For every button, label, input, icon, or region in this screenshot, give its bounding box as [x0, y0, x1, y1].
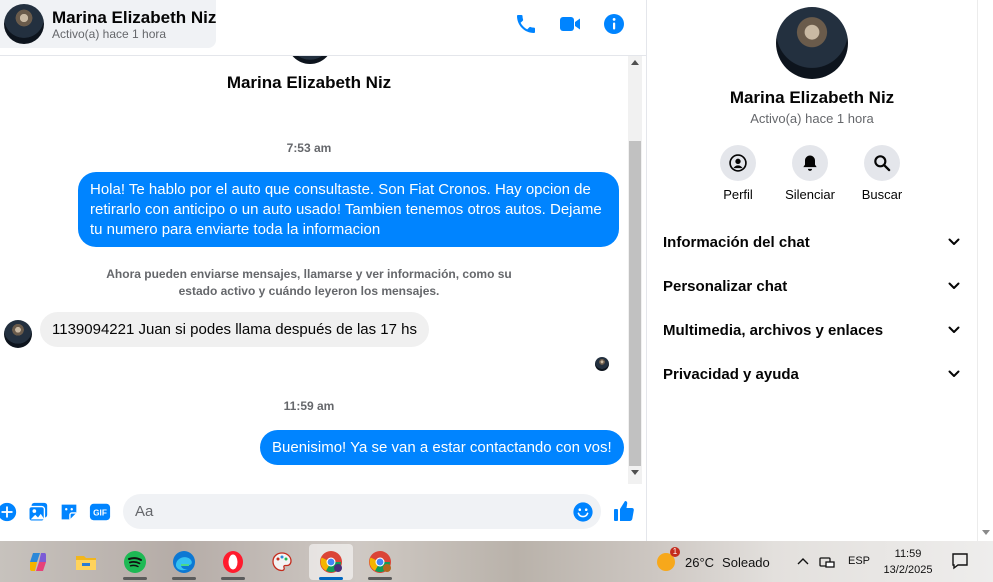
- network-icon[interactable]: [818, 553, 836, 571]
- message-bubble-outgoing[interactable]: Hola! Te hablo por el auto que consultas…: [78, 172, 619, 247]
- weather-condition: Soleado: [722, 554, 770, 570]
- section-chat-info[interactable]: Información del chat: [655, 220, 969, 264]
- profile-status: Activo(a) hace 1 hora: [750, 111, 874, 126]
- photo-icon[interactable]: [27, 501, 49, 523]
- search-icon[interactable]: [864, 145, 900, 181]
- message-bubble-outgoing[interactable]: Buenisimo! Ya se van a estar contactando…: [260, 430, 624, 465]
- language-indicator[interactable]: ESP: [848, 555, 870, 567]
- taskbar: [0, 541, 993, 582]
- system-notice: Ahora pueden enviarse mensajes, llamarse…: [106, 267, 512, 298]
- seen-indicator-avatar: [595, 357, 609, 371]
- scrollbar[interactable]: [628, 56, 642, 484]
- file-explorer-icon[interactable]: [64, 544, 108, 580]
- section-label: Información del chat: [663, 233, 810, 251]
- avatar: [287, 56, 333, 64]
- message-bubble-incoming[interactable]: 1139094221 Juan si podes llama después d…: [40, 312, 429, 347]
- weather-badge: 1: [670, 547, 680, 557]
- emoji-icon[interactable]: [572, 501, 594, 523]
- section-customize-chat[interactable]: Personalizar chat: [655, 264, 969, 308]
- chevron-up-icon[interactable]: [795, 554, 811, 570]
- page-scrollbar[interactable]: [977, 0, 993, 541]
- timestamp: 7:53 am: [286, 141, 332, 155]
- chevron-down-icon: [948, 282, 960, 289]
- thread-title: Marina Elizabeth Niz: [226, 73, 392, 92]
- weather-temperature: 26°C: [685, 554, 715, 570]
- contact-status: Activo(a) hace 1 hora: [52, 27, 167, 41]
- search-button[interactable]: Buscar: [846, 145, 918, 202]
- clock-date: 13/2/2025: [883, 564, 933, 576]
- copilot-icon[interactable]: [16, 544, 60, 580]
- thumbs-up-icon[interactable]: [612, 499, 636, 523]
- section-label: Privacidad y ayuda: [663, 365, 799, 383]
- chrome-icon[interactable]: [358, 544, 402, 580]
- profile-name[interactable]: Marina Elizabeth Niz: [647, 88, 977, 108]
- section-privacy-support[interactable]: Privacidad y ayuda: [655, 352, 969, 396]
- action-label: Perfil: [723, 187, 753, 202]
- edge-icon[interactable]: [162, 544, 206, 580]
- header-contact[interactable]: Marina Elizabeth Niz Activo(a) hace 1 ho…: [0, 0, 216, 48]
- chevron-down-icon: [948, 238, 960, 245]
- composer: GIF: [0, 486, 646, 541]
- paint-icon[interactable]: [260, 544, 304, 580]
- section-media-files-links[interactable]: Multimedia, archivos y enlaces: [655, 308, 969, 352]
- chevron-down-icon: [948, 326, 960, 333]
- action-label: Buscar: [861, 187, 903, 202]
- sun-icon: 1: [655, 547, 680, 573]
- contact-name[interactable]: Marina Elizabeth Niz: [52, 8, 216, 28]
- scroll-up-arrow-icon[interactable]: [631, 60, 639, 65]
- scroll-thumb[interactable]: [629, 141, 641, 466]
- mute-button[interactable]: Silenciar: [774, 145, 846, 202]
- sticker-icon[interactable]: [58, 501, 80, 523]
- bell-icon[interactable]: [792, 145, 828, 181]
- profile-button[interactable]: Perfil: [702, 145, 774, 202]
- action-label: Silenciar: [785, 187, 835, 202]
- scroll-down-arrow-icon[interactable]: [631, 470, 639, 475]
- gif-icon[interactable]: GIF: [89, 501, 111, 523]
- avatar[interactable]: [4, 320, 32, 348]
- video-camera-icon[interactable]: [558, 12, 582, 36]
- message-input[interactable]: [123, 494, 601, 529]
- message-list: Marina Elizabeth Niz 7:53 am Hola! Te ha…: [0, 56, 628, 486]
- chrome-profile-icon[interactable]: [309, 544, 353, 580]
- avatar[interactable]: [4, 4, 44, 44]
- chat-header: Marina Elizabeth Niz Activo(a) hace 1 ho…: [0, 0, 646, 56]
- chevron-down-icon: [948, 370, 960, 377]
- chat-info-panel: Marina Elizabeth Niz Activo(a) hace 1 ho…: [647, 0, 977, 541]
- section-label: Multimedia, archivos y enlaces: [663, 321, 884, 339]
- chat-pane: Marina Elizabeth Niz Activo(a) hace 1 ho…: [0, 0, 647, 541]
- profile-avatar[interactable]: [776, 7, 848, 79]
- opera-icon[interactable]: [211, 544, 255, 580]
- notification-icon[interactable]: [950, 551, 970, 571]
- weather-widget[interactable]: 1 26°C Soleado: [655, 547, 770, 575]
- profile-icon[interactable]: [720, 145, 756, 181]
- gif-label: GIF: [93, 509, 107, 518]
- plus-icon[interactable]: [0, 501, 18, 523]
- scroll-down-arrow-icon[interactable]: [982, 530, 990, 535]
- timestamp: 11:59 am: [283, 399, 335, 413]
- info-icon[interactable]: [602, 12, 626, 36]
- clock-time: 11:59: [894, 548, 922, 560]
- system-clock[interactable]: 11:59 13/2/2025: [873, 546, 943, 578]
- spotify-icon[interactable]: [113, 544, 157, 580]
- section-label: Personalizar chat: [663, 277, 788, 295]
- phone-icon[interactable]: [514, 12, 538, 36]
